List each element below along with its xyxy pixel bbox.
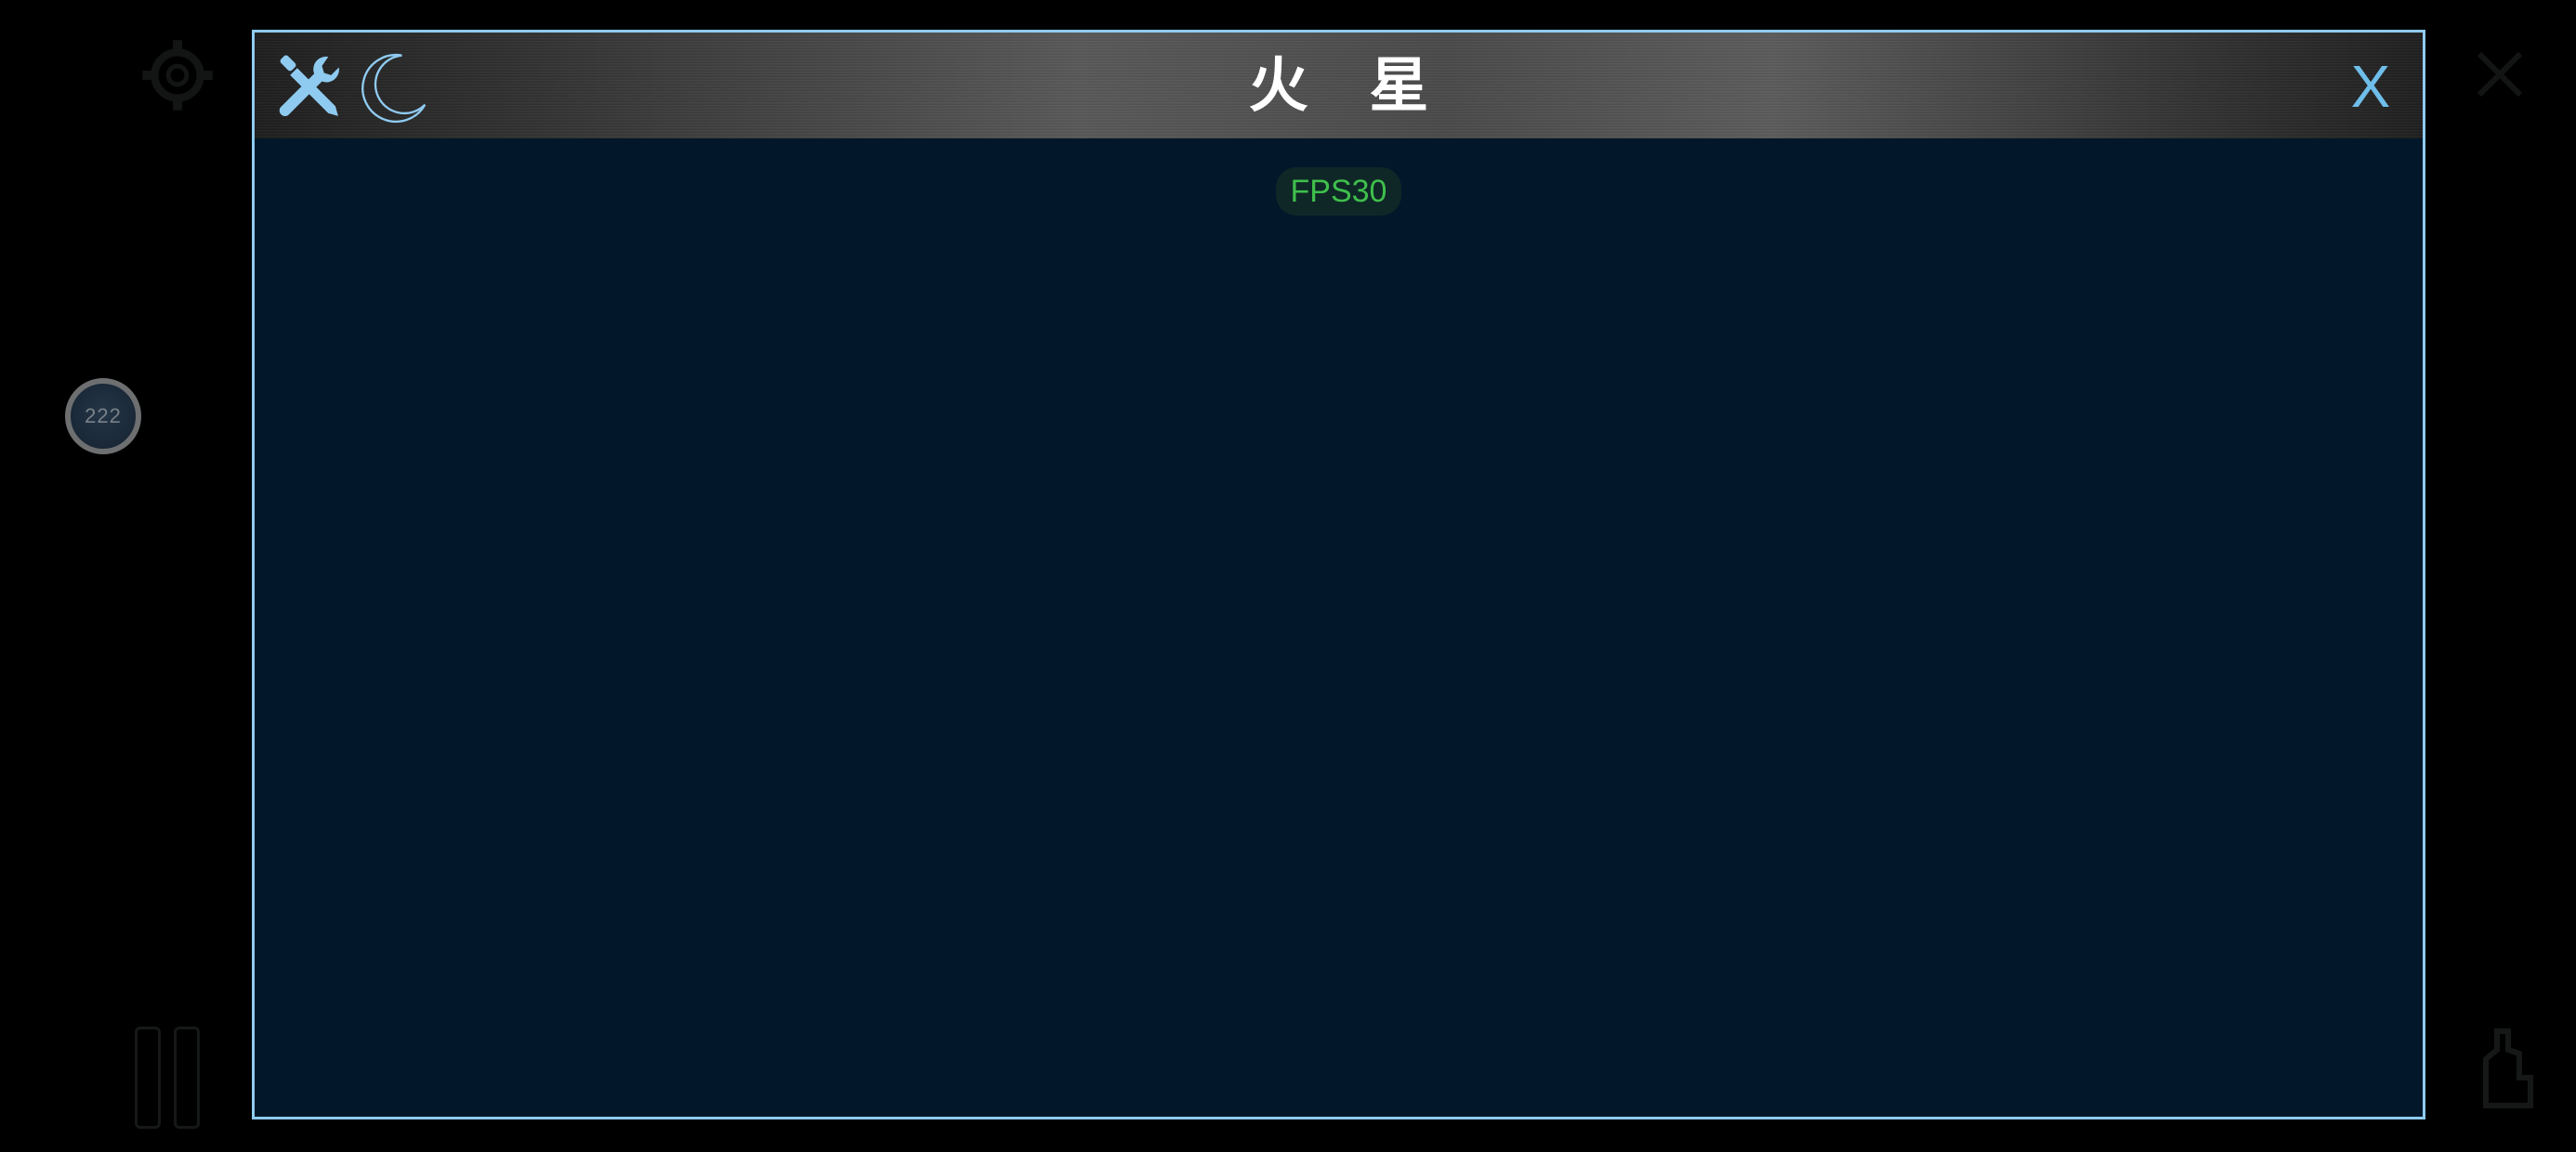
dialog-content [255,138,2423,1117]
gear-icon [142,40,213,111]
game-screen: 222 火 星 X FPS30 [0,0,2576,1152]
close-icon [2477,51,2523,98]
dialog-title: 火 星 [1248,52,1452,119]
side-badge-label: 222 [85,404,122,427]
planet-dialog: 火 星 X FPS30 [252,30,2425,1119]
pause-icon [123,1027,212,1129]
hand-icon [2483,1028,2533,1108]
close-button[interactable]: X [2343,57,2399,116]
dialog-titlebar: 火 星 X [255,33,2423,138]
fps-counter: FPS30 [1275,167,1402,216]
side-badge[interactable]: 222 [65,378,141,454]
